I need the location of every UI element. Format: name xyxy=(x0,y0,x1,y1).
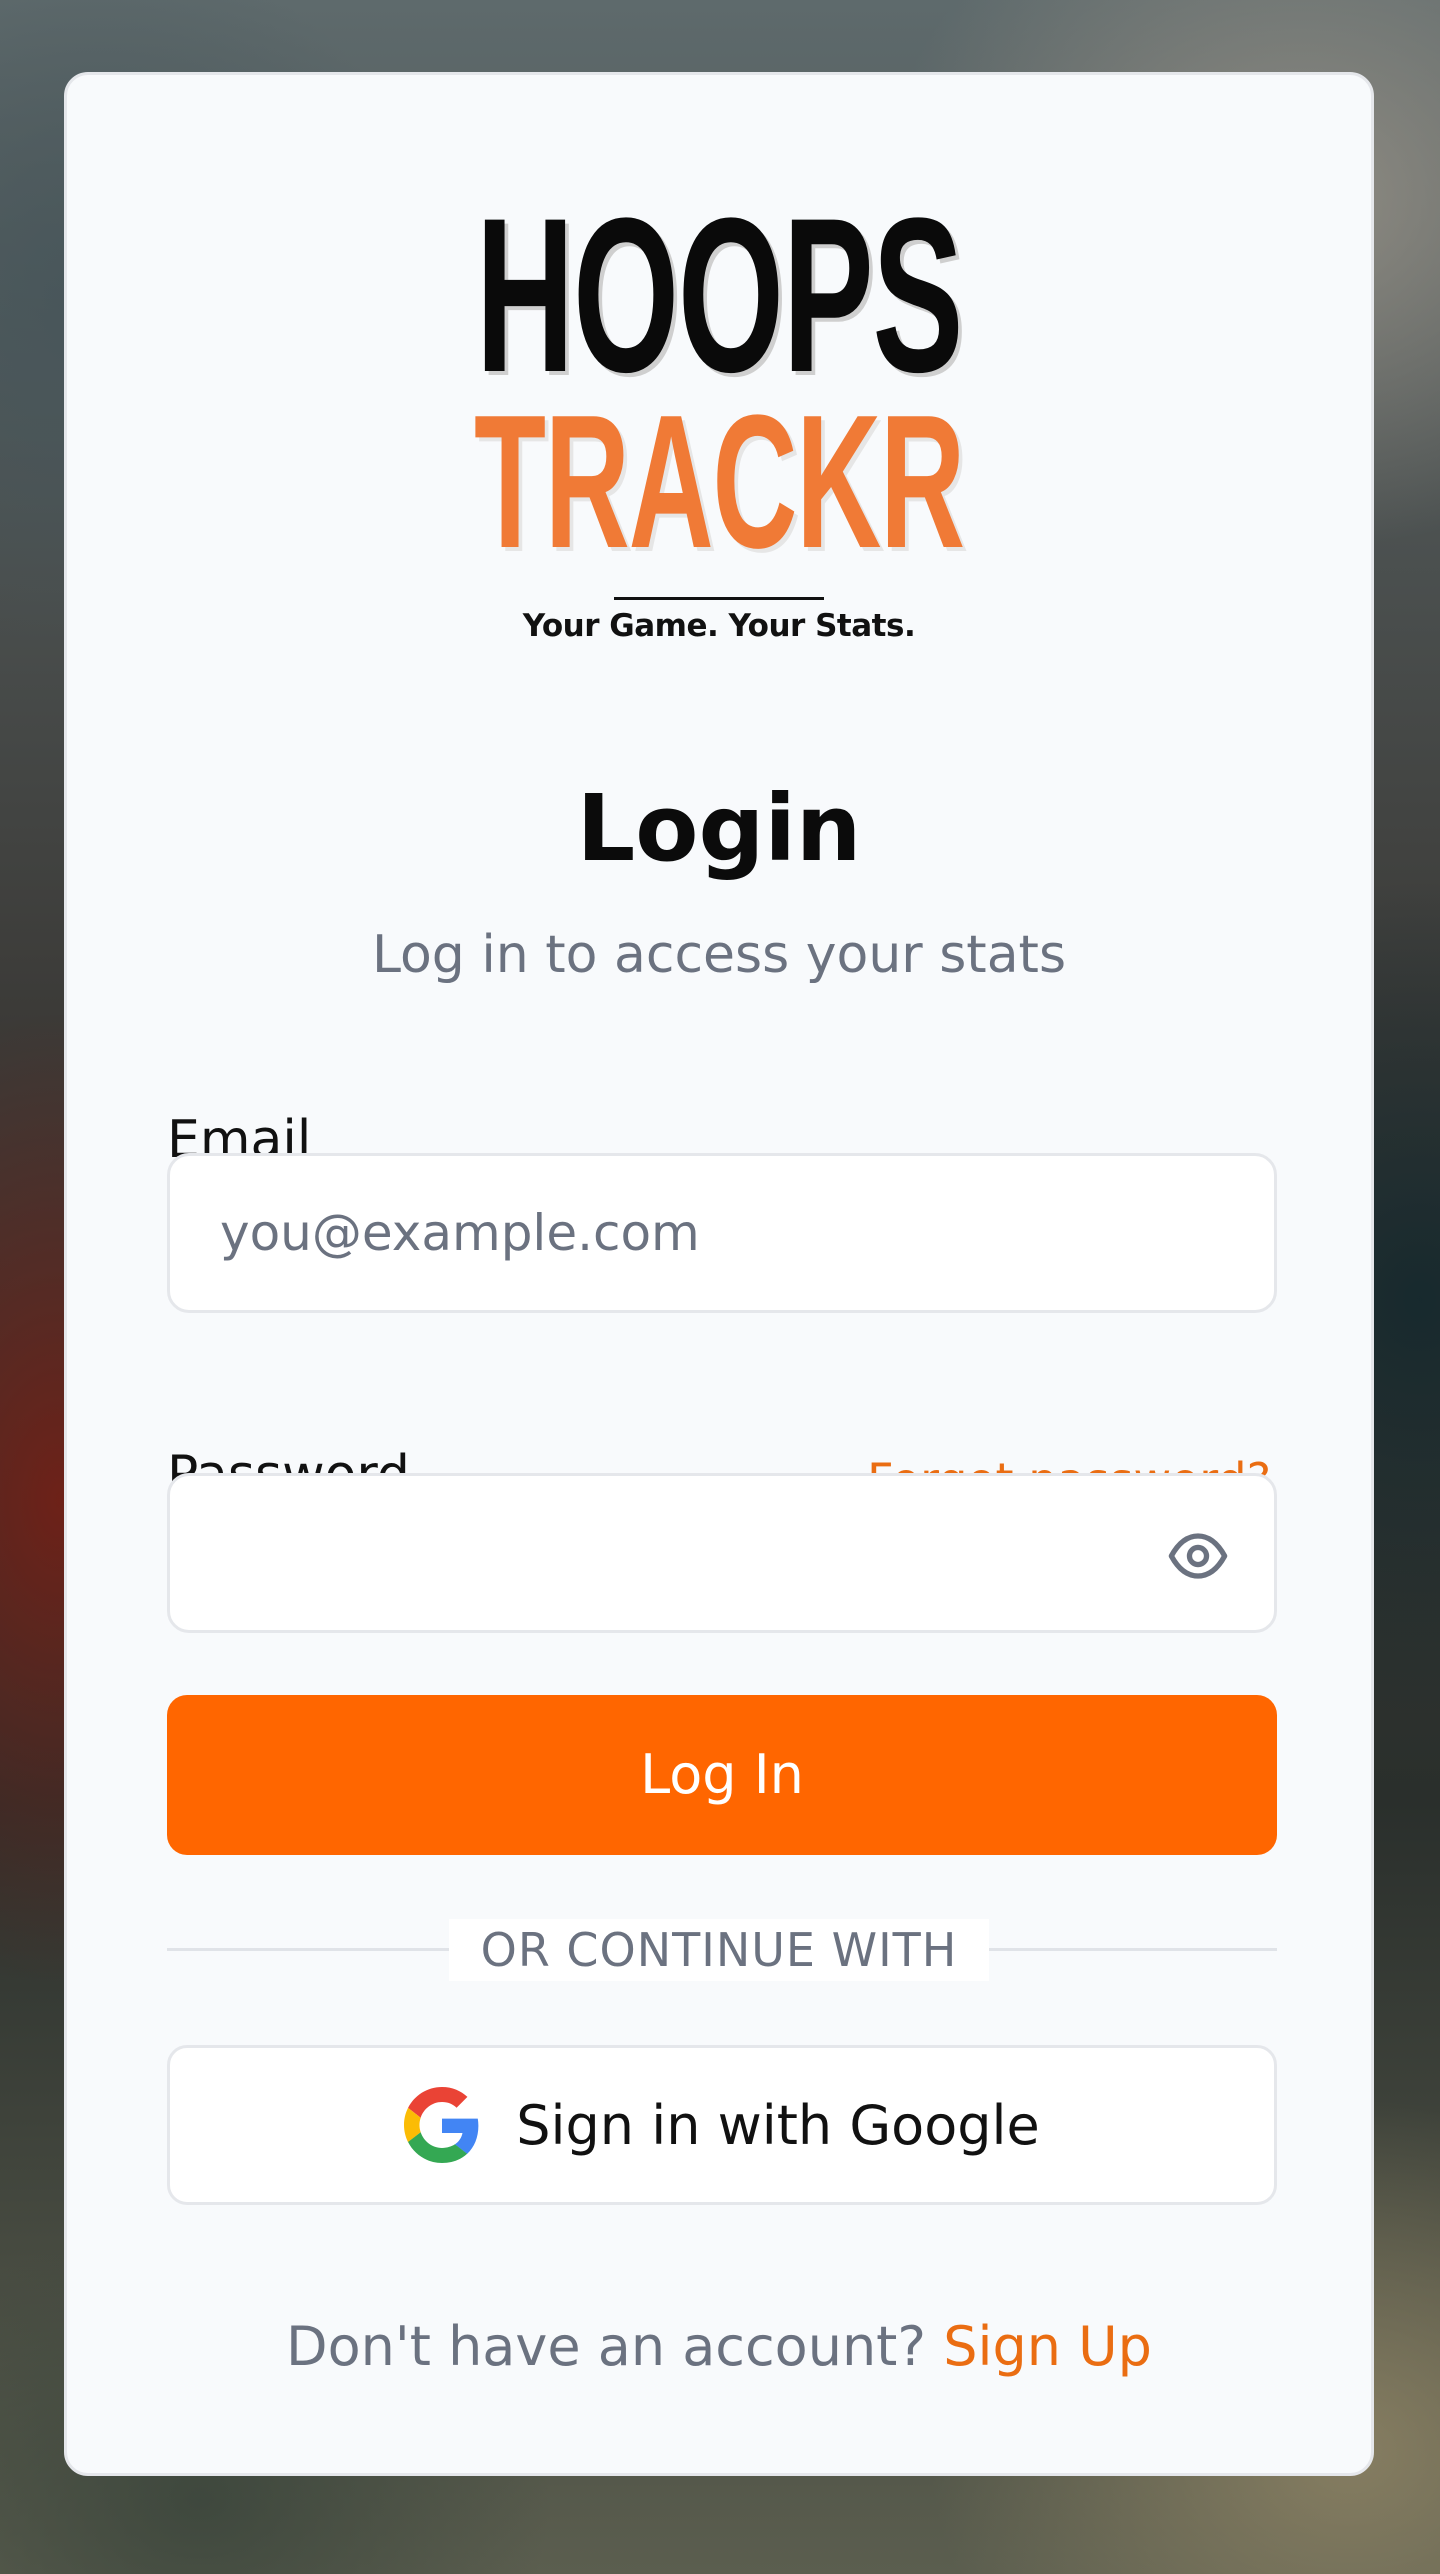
signup-prompt: Don't have an account? Sign Up xyxy=(67,2315,1371,2378)
hoopstrackr-logo: HOOPS TRACKR Your Game. Your Stats. xyxy=(67,185,1371,644)
google-sign-in-label: Sign in with Google xyxy=(516,2093,1040,2157)
email-field[interactable] xyxy=(220,1156,1170,1310)
password-field-container xyxy=(167,1473,1277,1633)
page-title: Login xyxy=(576,775,862,882)
eye-icon[interactable] xyxy=(1166,1524,1230,1588)
signup-prompt-text: Don't have an account? xyxy=(286,2315,927,2378)
logo-tagline: Your Game. Your Stats. xyxy=(522,608,916,644)
login-card: HOOPS TRACKR Your Game. Your Stats. Logi… xyxy=(64,72,1374,2476)
logo-hoops-text: HOOPS xyxy=(475,172,964,418)
signup-link[interactable]: Sign Up xyxy=(943,2315,1152,2378)
login-button[interactable]: Log In xyxy=(167,1695,1277,1855)
google-icon xyxy=(404,2087,479,2163)
password-field[interactable] xyxy=(220,1476,1170,1630)
google-sign-in-button[interactable]: Sign in with Google xyxy=(167,2045,1277,2205)
logo-divider-line xyxy=(614,597,824,600)
email-field-container xyxy=(167,1153,1277,1313)
page-subtitle: Log in to access your stats xyxy=(371,925,1067,985)
divider: OR CONTINUE WITH xyxy=(67,1919,1371,1981)
divider-text: OR CONTINUE WITH xyxy=(448,1919,990,1981)
logo-trackr-text: TRACKR xyxy=(474,376,965,588)
